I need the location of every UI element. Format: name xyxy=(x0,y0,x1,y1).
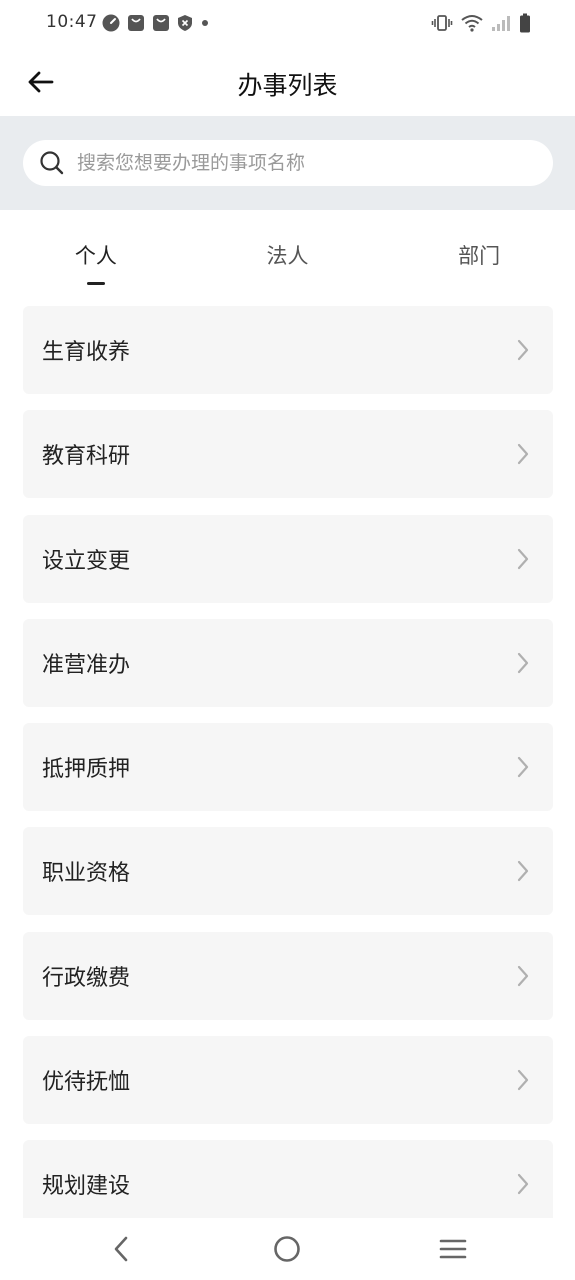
chevron-right-icon xyxy=(517,861,529,882)
chevron-right-icon xyxy=(517,339,529,361)
battery-icon xyxy=(520,13,530,33)
tab-department[interactable]: 部门 xyxy=(383,210,575,296)
category-tabs: 个人 法人 部门 xyxy=(0,210,575,296)
chevron-right-icon xyxy=(517,548,529,569)
list-item-professional-qualification[interactable]: 职业资格 xyxy=(23,827,553,916)
list-item-preferential-pension[interactable]: 优待抚恤 xyxy=(23,1036,553,1125)
tab-legal-person[interactable]: 法人 xyxy=(192,210,384,296)
list-item-label: 教育科研 xyxy=(42,444,131,470)
list-item-mortgage-pledge[interactable]: 抵押质押 xyxy=(23,723,553,812)
search-input[interactable] xyxy=(75,151,519,175)
tab-label: 个人 xyxy=(74,244,117,268)
list-item-label: 生育收养 xyxy=(42,340,131,365)
search-section xyxy=(0,116,575,210)
wifi-icon xyxy=(461,15,483,32)
list-item-label: 优待抚恤 xyxy=(42,1070,131,1096)
active-tab-indicator xyxy=(86,282,105,285)
chevron-right-icon xyxy=(517,965,529,986)
list-item-label: 抵押质押 xyxy=(42,757,131,783)
list-item-administrative-fees[interactable]: 行政缴费 xyxy=(23,931,553,1020)
page-title: 办事列表 xyxy=(237,71,338,100)
chevron-right-icon xyxy=(517,757,529,778)
list-item-education-research[interactable]: 教育科研 xyxy=(23,410,553,499)
chevron-right-icon xyxy=(517,1174,529,1195)
dot-icon xyxy=(202,20,208,26)
service-list: 生育收养 教育科研 设立变更 准营准办 抵押质押 职业资格 行政缴费 优待抚恤 … xyxy=(23,306,553,1218)
status-bar: 10:47 xyxy=(0,0,575,48)
vibrate-icon xyxy=(431,15,453,31)
tab-label: 部门 xyxy=(458,244,501,268)
list-item-establish-change[interactable]: 设立变更 xyxy=(23,514,553,603)
shopping-bag-icon xyxy=(128,15,144,31)
nav-back-button[interactable] xyxy=(101,1232,141,1266)
menu-icon xyxy=(439,1239,467,1259)
chevron-right-icon xyxy=(517,652,529,673)
nav-menu-button[interactable] xyxy=(433,1232,473,1266)
search-box[interactable] xyxy=(23,140,553,186)
chevron-right-icon xyxy=(517,444,529,465)
notification-icons xyxy=(102,14,210,32)
status-time: 10:47 xyxy=(46,12,98,32)
list-item-label: 准营准办 xyxy=(42,652,131,678)
shopping-bag-icon xyxy=(153,15,169,31)
chevron-right-icon xyxy=(517,1069,529,1091)
list-item-label: 行政缴费 xyxy=(42,965,131,991)
chevron-left-icon xyxy=(114,1236,128,1262)
speedometer-icon xyxy=(102,14,120,32)
list-item-label: 设立变更 xyxy=(42,548,131,574)
nav-home-button[interactable] xyxy=(267,1232,307,1266)
search-icon xyxy=(39,150,65,176)
system-icons xyxy=(431,13,531,33)
list-item-label: 职业资格 xyxy=(42,861,131,887)
tab-personal[interactable]: 个人 xyxy=(0,210,192,296)
list-item-birth-adoption[interactable]: 生育收养 xyxy=(23,306,553,394)
circle-home-icon xyxy=(274,1236,300,1262)
app-header: 办事列表 xyxy=(0,48,575,116)
tab-label: 法人 xyxy=(266,244,309,268)
signal-icon xyxy=(492,16,510,31)
list-item-planning-construction[interactable]: 规划建设 xyxy=(23,1140,553,1218)
shield-icon xyxy=(178,15,192,31)
list-item-label: 规划建设 xyxy=(42,1174,131,1200)
list-item-permits[interactable]: 准营准办 xyxy=(23,618,553,707)
system-nav-bar xyxy=(0,1218,575,1280)
